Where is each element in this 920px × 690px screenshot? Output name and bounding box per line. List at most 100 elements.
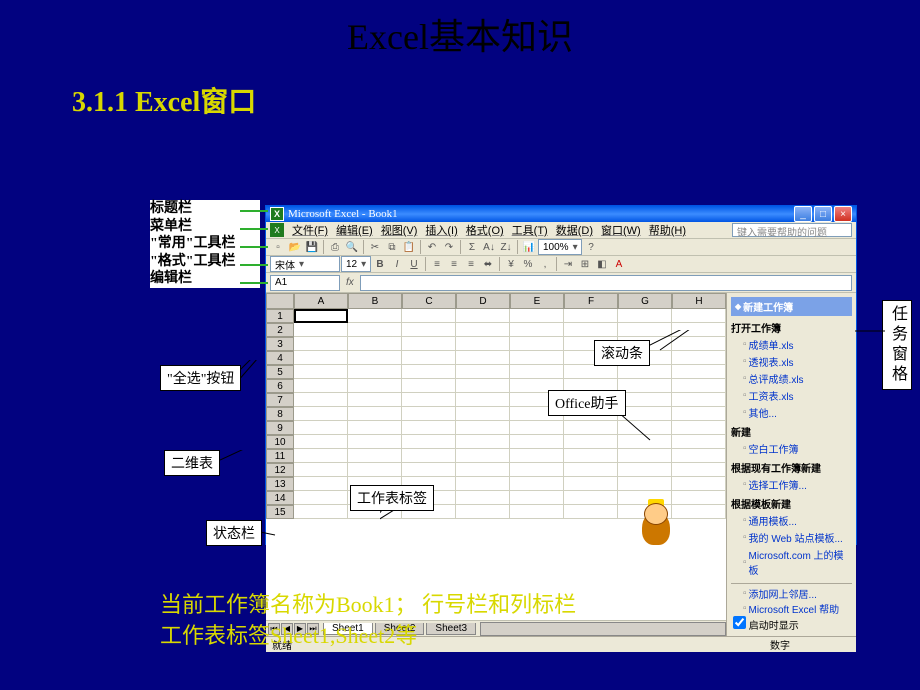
tp-more[interactable]: 其他... bbox=[731, 405, 852, 420]
fontcolor-icon[interactable]: A bbox=[611, 256, 627, 272]
help-search[interactable]: 键入需要帮助的问题 bbox=[732, 223, 852, 237]
preview-icon[interactable]: 🔍 bbox=[344, 239, 360, 255]
tp-tpl1[interactable]: 通用模板... bbox=[731, 513, 852, 528]
merge-icon[interactable]: ⬌ bbox=[480, 256, 496, 272]
row-15[interactable]: 15 bbox=[266, 505, 294, 519]
font-name-select[interactable]: 宋体 bbox=[270, 256, 340, 272]
menubar: X 文件(F) 编辑(E) 视图(V) 插入(I) 格式(O) 工具(T) 数据… bbox=[266, 222, 856, 239]
col-d[interactable]: D bbox=[456, 293, 510, 309]
font-size-select[interactable]: 12 bbox=[341, 256, 371, 272]
tp-startup-checkbox[interactable] bbox=[733, 616, 746, 629]
row-6[interactable]: 6 bbox=[266, 379, 294, 393]
tp-file2[interactable]: 透视表.xls bbox=[731, 354, 852, 369]
col-f[interactable]: F bbox=[564, 293, 618, 309]
minimize-button[interactable]: _ bbox=[794, 206, 812, 222]
open-icon[interactable]: 📂 bbox=[287, 239, 303, 255]
row-8[interactable]: 8 bbox=[266, 407, 294, 421]
label-sheet-tabs: 工作表标签 bbox=[350, 485, 434, 511]
row-10[interactable]: 10 bbox=[266, 435, 294, 449]
tp-open-section: 打开工作簿 bbox=[731, 320, 852, 335]
row-2[interactable]: 2 bbox=[266, 323, 294, 337]
control-icon[interactable]: X bbox=[270, 223, 284, 237]
currency-icon[interactable]: ¥ bbox=[503, 256, 519, 272]
cells[interactable] bbox=[294, 309, 726, 620]
status-right: 数字 bbox=[770, 637, 850, 652]
row-9[interactable]: 9 bbox=[266, 421, 294, 435]
tp-tpl2[interactable]: 我的 Web 站点模板... bbox=[731, 530, 852, 545]
formula-input[interactable] bbox=[360, 275, 852, 291]
italic-icon[interactable]: I bbox=[389, 256, 405, 272]
redo-icon[interactable]: ↷ bbox=[441, 239, 457, 255]
menu-insert[interactable]: 插入(I) bbox=[421, 222, 461, 238]
menu-view[interactable]: 视图(V) bbox=[377, 222, 422, 238]
menu-window[interactable]: 窗口(W) bbox=[597, 222, 645, 238]
underline-icon[interactable]: U bbox=[406, 256, 422, 272]
excel-icon: X bbox=[270, 207, 284, 221]
tp-choose[interactable]: 选择工作簿... bbox=[731, 477, 852, 492]
indent-icon[interactable]: ⇥ bbox=[560, 256, 576, 272]
row-11[interactable]: 11 bbox=[266, 449, 294, 463]
office-assistant[interactable] bbox=[636, 503, 676, 551]
percent-icon[interactable]: % bbox=[520, 256, 536, 272]
close-button[interactable]: × bbox=[834, 206, 852, 222]
tp-file3[interactable]: 总评成绩.xls bbox=[731, 371, 852, 386]
maximize-button[interactable]: □ bbox=[814, 206, 832, 222]
bold-icon[interactable]: B bbox=[372, 256, 388, 272]
menu-edit[interactable]: 编辑(E) bbox=[332, 222, 377, 238]
footer-text: 当前工作簿名称为Book1； 行号栏和列标栏 工作表标签Sheet1,Sheet… bbox=[160, 590, 576, 652]
chart-icon[interactable]: 📊 bbox=[521, 239, 537, 255]
row-3[interactable]: 3 bbox=[266, 337, 294, 351]
tp-file1[interactable]: 成绩单.xls bbox=[731, 337, 852, 352]
align-right-icon[interactable]: ≡ bbox=[463, 256, 479, 272]
col-b[interactable]: B bbox=[348, 293, 402, 309]
row-14[interactable]: 14 bbox=[266, 491, 294, 505]
col-h[interactable]: H bbox=[672, 293, 726, 309]
align-left-icon[interactable]: ≡ bbox=[429, 256, 445, 272]
fillcolor-icon[interactable]: ◧ bbox=[594, 256, 610, 272]
menu-format[interactable]: 格式(O) bbox=[462, 222, 508, 238]
new-icon[interactable]: ▫ bbox=[270, 239, 286, 255]
borders-icon[interactable]: ⊞ bbox=[577, 256, 593, 272]
row-5[interactable]: 5 bbox=[266, 365, 294, 379]
menu-data[interactable]: 数据(D) bbox=[552, 222, 597, 238]
sort-asc-icon[interactable]: A↓ bbox=[481, 239, 497, 255]
active-cell[interactable] bbox=[294, 309, 348, 323]
tp-add-place[interactable]: 添加网上邻居... bbox=[731, 586, 852, 601]
column-headers: A B C D E F G H bbox=[266, 293, 726, 309]
menu-file[interactable]: 文件(F) bbox=[288, 222, 332, 238]
save-icon[interactable]: 💾 bbox=[304, 239, 320, 255]
cut-icon[interactable]: ✂ bbox=[367, 239, 383, 255]
menu-tools[interactable]: 工具(T) bbox=[508, 222, 552, 238]
select-all-corner[interactable] bbox=[266, 293, 294, 309]
tp-blank[interactable]: 空白工作簿 bbox=[731, 441, 852, 456]
row-7[interactable]: 7 bbox=[266, 393, 294, 407]
row-1[interactable]: 1 bbox=[266, 309, 294, 323]
print-icon[interactable]: ⎙ bbox=[327, 239, 343, 255]
fx-icon[interactable]: fx bbox=[346, 277, 354, 288]
zoom-select[interactable]: 100% bbox=[538, 239, 582, 255]
formatting-toolbar: 宋体 12 B I U ≡ ≡ ≡ ⬌ ¥ % , ⇥ ⊞ ◧ A bbox=[266, 256, 856, 273]
tp-excel-help[interactable]: Microsoft Excel 帮助 bbox=[731, 601, 852, 616]
copy-icon[interactable]: ⧉ bbox=[384, 239, 400, 255]
col-c[interactable]: C bbox=[402, 293, 456, 309]
tp-tpl3[interactable]: Microsoft.com 上的模板 bbox=[731, 547, 852, 577]
sum-icon[interactable]: Σ bbox=[464, 239, 480, 255]
col-g[interactable]: G bbox=[618, 293, 672, 309]
row-4[interactable]: 4 bbox=[266, 351, 294, 365]
align-center-icon[interactable]: ≡ bbox=[446, 256, 462, 272]
help-icon[interactable]: ? bbox=[583, 239, 599, 255]
label-fmt-toolbar: "格式"工具栏 bbox=[150, 253, 260, 271]
col-e[interactable]: E bbox=[510, 293, 564, 309]
tp-from-existing: 根据现有工作簿新建 bbox=[731, 460, 852, 475]
row-12[interactable]: 12 bbox=[266, 463, 294, 477]
col-a[interactable]: A bbox=[294, 293, 348, 309]
undo-icon[interactable]: ↶ bbox=[424, 239, 440, 255]
footer-line2: 工作表标签Sheet1,Sheet2等 bbox=[160, 621, 576, 652]
name-box[interactable]: A1 bbox=[270, 275, 340, 291]
menu-help[interactable]: 帮助(H) bbox=[645, 222, 690, 238]
paste-icon[interactable]: 📋 bbox=[401, 239, 417, 255]
tp-file4[interactable]: 工资表.xls bbox=[731, 388, 852, 403]
sort-desc-icon[interactable]: Z↓ bbox=[498, 239, 514, 255]
row-13[interactable]: 13 bbox=[266, 477, 294, 491]
comma-icon[interactable]: , bbox=[537, 256, 553, 272]
